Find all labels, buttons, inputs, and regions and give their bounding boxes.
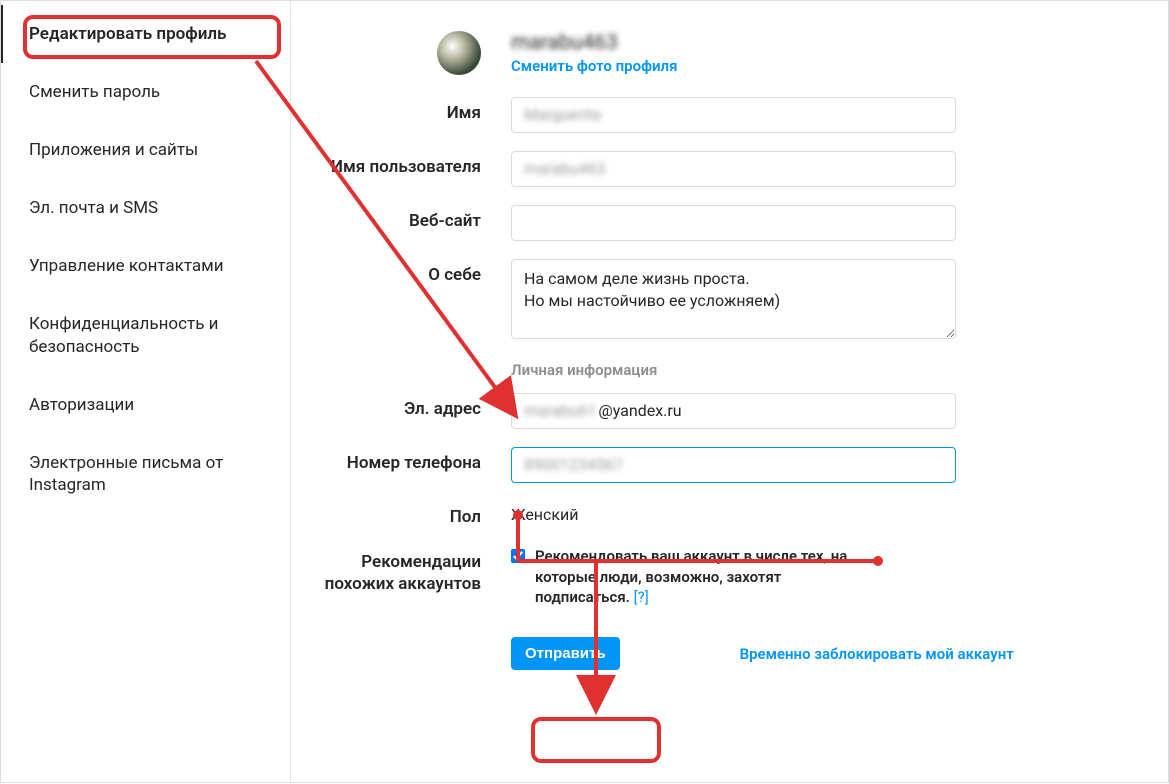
recommend-checkbox-label: Рекомендовать ваш аккаунт в числе тех, н… [535, 546, 855, 607]
email-input[interactable]: marabu61@yandex.ru [511, 393, 956, 429]
edit-profile-form: marabu463 Сменить фото профиля Имя Margu… [291, 1, 1168, 782]
label-email: Эл. адрес [311, 393, 511, 420]
label-bio: О себе [311, 259, 511, 286]
temp-disable-account-link[interactable]: Временно заблокировать мой аккаунт [740, 645, 1014, 663]
personal-info-header: Личная информация [511, 361, 1148, 379]
label-name: Имя [311, 97, 511, 124]
label-recommendations: Рекомендации похожих аккаунтов [311, 546, 511, 595]
recommend-help-link[interactable]: [?] [634, 588, 649, 606]
label-gender: Пол [311, 501, 511, 528]
sidebar-item-privacy-security[interactable]: Конфиденциальность и безопасность [1, 295, 290, 375]
sidebar-item-change-password[interactable]: Сменить пароль [1, 63, 290, 121]
sidebar-item-email-sms[interactable]: Эл. почта и SMS [1, 179, 290, 237]
sidebar-item-manage-contacts[interactable]: Управление контактами [1, 237, 290, 295]
website-input[interactable] [511, 205, 956, 241]
settings-sidebar: Редактировать профиль Сменить пароль При… [1, 1, 291, 782]
label-username: Имя пользователя [311, 151, 511, 178]
label-phone: Номер телефона [311, 447, 511, 474]
change-photo-link[interactable]: Сменить фото профиля [511, 57, 677, 75]
avatar[interactable] [437, 31, 481, 75]
gender-select[interactable]: Женский [511, 501, 956, 524]
avatar-row: marabu463 Сменить фото профиля [311, 31, 1148, 75]
label-website: Веб-сайт [311, 205, 511, 232]
phone-input[interactable]: 89001234567 [511, 447, 956, 483]
sidebar-item-emails-from-instagram[interactable]: Электронные письма от Instagram [1, 434, 290, 514]
sidebar-item-edit-profile[interactable]: Редактировать профиль [1, 5, 290, 63]
username-display: marabu463 [511, 31, 677, 55]
sidebar-item-apps-websites[interactable]: Приложения и сайты [1, 121, 290, 179]
submit-button[interactable]: Отправить [511, 637, 620, 670]
bio-textarea[interactable] [511, 259, 956, 339]
name-input[interactable]: Marguerite [511, 97, 956, 133]
recommend-checkbox[interactable] [511, 549, 525, 563]
username-input[interactable]: marabu463 [511, 151, 956, 187]
email-domain: @yandex.ru [598, 394, 681, 428]
sidebar-item-login-activity[interactable]: Авторизации [1, 376, 290, 434]
